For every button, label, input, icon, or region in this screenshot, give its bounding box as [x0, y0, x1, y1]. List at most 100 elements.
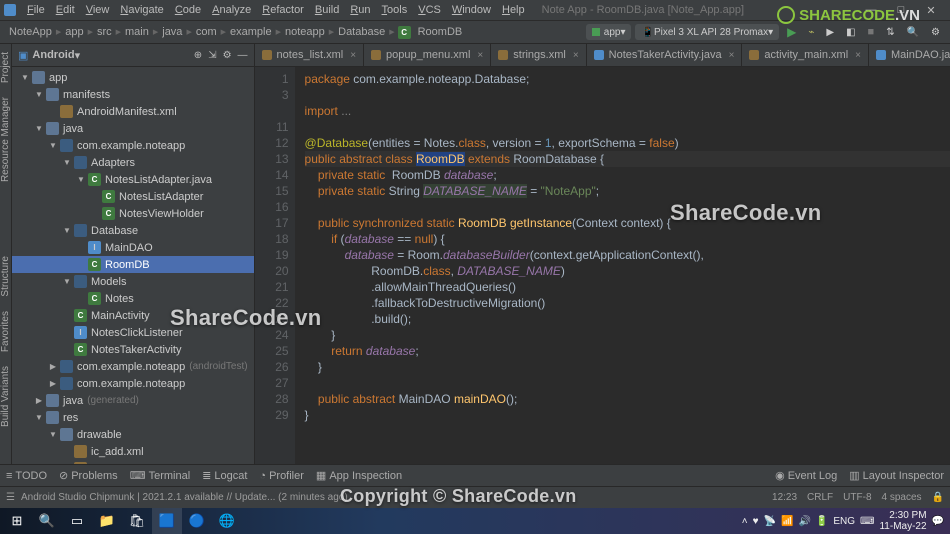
tree-node[interactable]: CNotesListAdapter.java	[12, 171, 254, 188]
device-selector[interactable]: 📱 Pixel 3 XL API 28 Promax ▾	[635, 24, 779, 40]
menu-view[interactable]: View	[81, 2, 115, 18]
stop-button[interactable]: ■	[864, 24, 879, 40]
maximize-button[interactable]: □	[886, 0, 916, 21]
tree-node[interactable]: CRoomDB	[12, 256, 254, 273]
ide-taskbar-icon[interactable]: 🟦	[152, 508, 182, 534]
status-icon[interactable]: ☰	[6, 492, 15, 503]
profile-button[interactable]: ◧	[842, 24, 859, 40]
tray-volume-icon[interactable]: 🔊	[798, 516, 810, 527]
tray-network-icon[interactable]: 📡	[764, 516, 776, 527]
editor-tab[interactable]: popup_menu.xml×	[364, 44, 491, 67]
expand-all-icon[interactable]: ⇲	[208, 50, 216, 61]
tree-node[interactable]: res	[12, 409, 254, 426]
menu-build[interactable]: Build	[310, 2, 344, 18]
todo-tool[interactable]: ≡ TODO	[6, 470, 47, 482]
tree-node[interactable]: java	[12, 120, 254, 137]
line-separator[interactable]: CRLF	[807, 492, 833, 503]
breadcrumb-item[interactable]: noteapp	[282, 26, 328, 38]
layout-inspector-tool[interactable]: ▥ Layout Inspector	[849, 469, 944, 482]
tab-close-icon[interactable]: ×	[350, 50, 356, 61]
logcat-tool[interactable]: ≣ Logcat	[202, 469, 247, 482]
breadcrumb-item[interactable]: main	[122, 26, 152, 38]
tab-close-icon[interactable]: ×	[477, 50, 483, 61]
file-encoding[interactable]: UTF-8	[843, 492, 871, 503]
run-config-selector[interactable]: app ▾	[586, 24, 632, 40]
code-content[interactable]: package com.example.noteapp.Database; im…	[295, 67, 950, 464]
breadcrumb-item[interactable]: example	[227, 26, 275, 38]
run-button[interactable]: ▶	[783, 24, 800, 40]
menu-help[interactable]: Help	[497, 2, 530, 18]
tree-node[interactable]: Database	[12, 222, 254, 239]
tree-node[interactable]: Adapters	[12, 154, 254, 171]
menu-navigate[interactable]: Navigate	[115, 2, 168, 18]
menu-code[interactable]: Code	[170, 2, 206, 18]
profiler-tool[interactable]: ◔ Profiler	[259, 470, 304, 482]
tray-security-icon[interactable]: ♥	[753, 516, 759, 527]
breadcrumb-item[interactable]: app	[62, 26, 86, 38]
editor-tab[interactable]: NotesTakerActivity.java×	[587, 44, 743, 67]
tree-node[interactable]: drawable	[12, 426, 254, 443]
tree-node[interactable]: CNotesTakerActivity	[12, 341, 254, 358]
tree-node[interactable]: IMainDAO	[12, 239, 254, 256]
tree-node[interactable]: com.example.noteapp	[12, 137, 254, 154]
event-log-tool[interactable]: ◉ Event Log	[775, 469, 837, 482]
favorites-tool-tab[interactable]: Favorites	[0, 307, 11, 356]
structure-tool-tab[interactable]: Structure	[0, 252, 11, 301]
breadcrumb-item[interactable]: src	[94, 26, 115, 38]
tray-battery-icon[interactable]: 🔋	[816, 516, 828, 527]
start-button[interactable]: ⊞	[2, 508, 32, 534]
editor-tab[interactable]: notes_list.xml×	[255, 44, 364, 67]
task-view-icon[interactable]: ▭	[62, 508, 92, 534]
breadcrumb-item[interactable]: Database	[335, 26, 388, 38]
problems-tool[interactable]: ⊘ Problems	[59, 469, 118, 482]
tray-wifi-icon[interactable]: 📶	[781, 516, 793, 527]
tree-node[interactable]: com.example.noteapp(androidTest)	[12, 358, 254, 375]
breadcrumb-item[interactable]: java	[159, 26, 185, 38]
project-tree[interactable]: appmanifestsAndroidManifest.xmljavacom.e…	[12, 67, 254, 464]
menu-window[interactable]: Window	[447, 2, 496, 18]
select-opened-icon[interactable]: ⊕	[194, 50, 202, 61]
minimize-button[interactable]: —	[856, 0, 886, 21]
menu-edit[interactable]: Edit	[51, 2, 80, 18]
tab-close-icon[interactable]: ×	[729, 50, 735, 61]
search-taskbar-icon[interactable]: 🔍	[32, 508, 62, 534]
tree-node[interactable]: CNotesListAdapter	[12, 188, 254, 205]
tree-node[interactable]: app	[12, 69, 254, 86]
editor-tab[interactable]: activity_main.xml×	[742, 44, 869, 67]
caret-position[interactable]: 12:23	[772, 492, 797, 503]
settings-icon[interactable]: ⚙	[223, 50, 232, 61]
tree-node[interactable]: INotesClickListener	[12, 324, 254, 341]
menu-tools[interactable]: Tools	[377, 2, 413, 18]
close-button[interactable]: ✕	[916, 0, 946, 21]
resource-manager-tab[interactable]: Resource Manager	[0, 93, 11, 186]
read-only-icon[interactable]: 🔒	[932, 492, 944, 503]
notifications-icon[interactable]: 💬	[932, 516, 944, 527]
tree-node[interactable]: CNotesViewHolder	[12, 205, 254, 222]
tray-language[interactable]: ENG	[833, 516, 855, 527]
tree-node[interactable]: com.example.noteapp	[12, 375, 254, 392]
tree-node[interactable]: CNotes	[12, 290, 254, 307]
taskbar-clock[interactable]: 2:30 PM11-May-22	[879, 510, 926, 532]
tree-node[interactable]: java(generated)	[12, 392, 254, 409]
app-inspection-tool[interactable]: ▦ App Inspection	[316, 469, 402, 482]
editor-tab[interactable]: MainDAO.java×	[869, 44, 950, 67]
tree-node[interactable]: manifests	[12, 86, 254, 103]
menu-run[interactable]: Run	[345, 2, 375, 18]
store-icon[interactable]: 🛍	[122, 508, 152, 534]
code-editor[interactable]: 1311121314151617181920212223242526272829…	[255, 67, 950, 464]
tree-node[interactable]: AndroidManifest.xml	[12, 103, 254, 120]
tray-keyboard-icon[interactable]: ⌨	[860, 516, 874, 527]
chrome-icon[interactable]: 🌐	[212, 508, 242, 534]
tray-chevron-icon[interactable]: ˄	[742, 516, 748, 527]
tree-node[interactable]: ic_launcher_background.xml	[12, 460, 254, 464]
hide-panel-icon[interactable]: —	[238, 50, 248, 61]
editor-tab[interactable]: strings.xml×	[491, 44, 586, 67]
project-tool-tab[interactable]: Project	[0, 48, 11, 87]
breadcrumb-item[interactable]: NoteApp	[6, 26, 55, 38]
menu-file[interactable]: File	[22, 2, 50, 18]
vcs-button[interactable]: ⇅	[882, 24, 898, 40]
tab-close-icon[interactable]: ×	[573, 50, 579, 61]
search-button[interactable]: 🔍	[903, 24, 923, 40]
terminal-tool[interactable]: ⌨ Terminal	[130, 469, 190, 482]
menu-refactor[interactable]: Refactor	[257, 2, 309, 18]
